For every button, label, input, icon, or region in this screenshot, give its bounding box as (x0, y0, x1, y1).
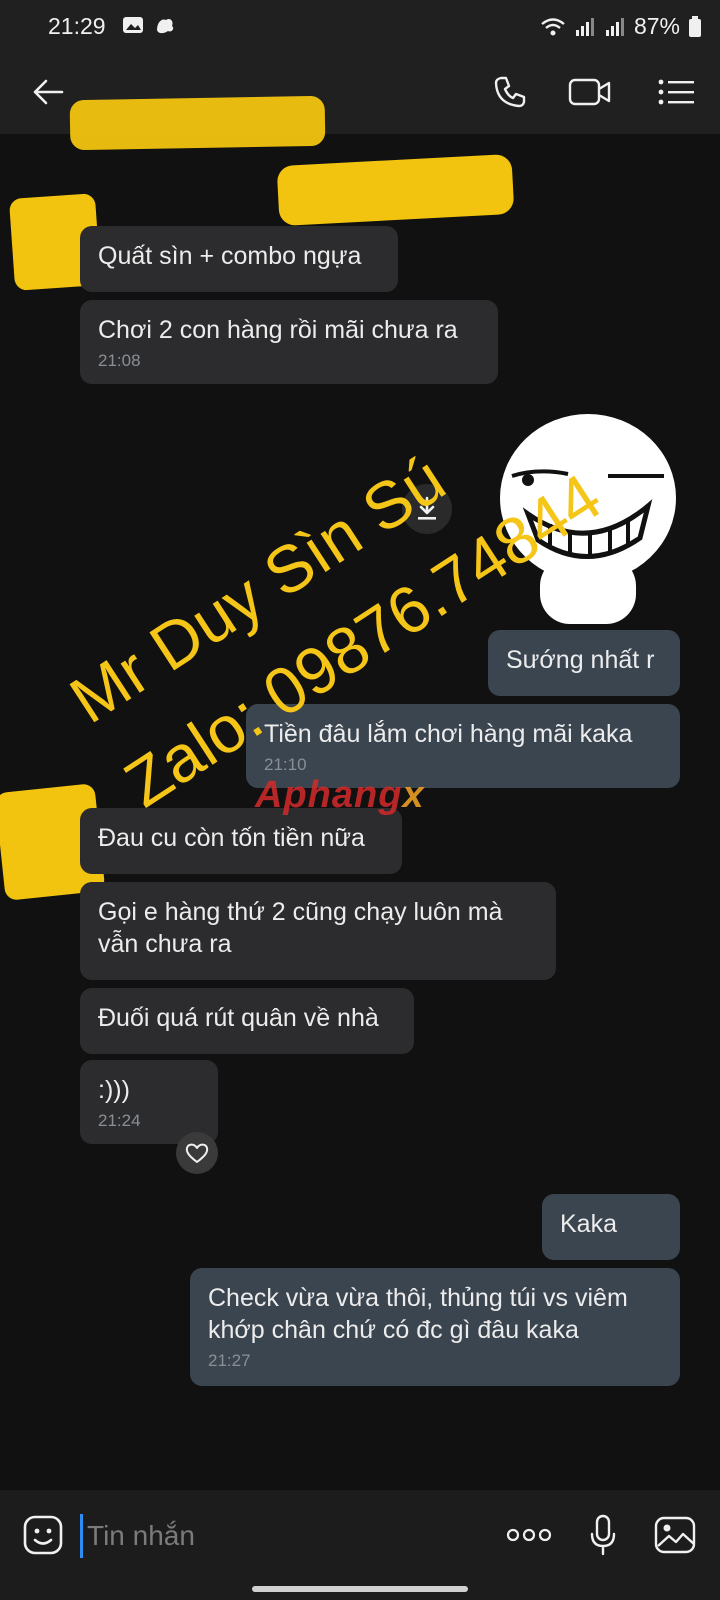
battery-icon (689, 15, 701, 37)
message-text: Đuối quá rút quân về nhà (98, 1004, 379, 1032)
more-options-button[interactable] (506, 1512, 552, 1558)
gallery-button[interactable] (652, 1512, 698, 1558)
download-icon (418, 496, 436, 520)
message-text: Quất sìn + combo ngựa (98, 242, 362, 270)
download-button[interactable] (402, 484, 452, 534)
navigation-bar (0, 1580, 720, 1600)
message-bubble[interactable]: Sướng nhất r (488, 630, 680, 696)
message-text: :))) (98, 1076, 130, 1104)
status-right: 87% (540, 13, 702, 40)
message-list[interactable]: Quất sìn + combo ngựa Chơi 2 con hàng rồ… (0, 134, 720, 1490)
image-notification-icon (123, 17, 143, 33)
menu-button[interactable] (654, 70, 698, 114)
chat-header (0, 50, 720, 151)
phone-icon (494, 76, 526, 108)
message-text: Tiền đâu lắm chơi hàng mãi kaka (264, 720, 633, 748)
message-bubble[interactable]: Chơi 2 con hàng rồi mãi chưa ra 21:08 (80, 300, 498, 384)
status-time: 21:29 (48, 13, 106, 39)
message-text: Chơi 2 con hàng rồi mãi chưa ra (98, 316, 458, 344)
message-bubble[interactable]: Check vừa vừa thôi, thủng túi vs viêm kh… (190, 1268, 680, 1386)
notification-icons (122, 16, 176, 34)
video-call-button[interactable] (568, 70, 612, 114)
date-separator-redacted (276, 153, 515, 227)
more-dots-icon (506, 1528, 552, 1542)
message-time: 21:24 (98, 1111, 141, 1130)
home-indicator[interactable] (252, 1586, 468, 1592)
message-text: Sướng nhất r (506, 646, 655, 674)
message-time: 21:27 (208, 1351, 251, 1370)
message-time: 21:08 (98, 351, 141, 370)
message-time: 21:10 (264, 755, 307, 774)
message-bubble[interactable]: Quất sìn + combo ngựa (80, 226, 398, 292)
battery-percent: 87% (633, 13, 680, 39)
image-gallery-icon (654, 1516, 696, 1554)
message-bubble[interactable]: Kaka (542, 1194, 680, 1260)
message-bubble[interactable]: Gọi e hàng thứ 2 cũng chạy luôn mà vẫn c… (80, 882, 556, 980)
brand-watermark: Aphangx (255, 774, 425, 817)
wifi-icon (541, 17, 565, 35)
app-notification-icon (157, 18, 174, 34)
microphone-icon (590, 1514, 616, 1556)
voice-call-button[interactable] (488, 70, 532, 114)
brand-watermark-main: Aphang (255, 774, 403, 816)
message-text: Kaka (560, 1210, 617, 1238)
heart-icon (185, 1143, 209, 1163)
message-bubble[interactable]: Đuối quá rút quân về nhà (80, 988, 414, 1054)
message-text: Đau cu còn tốn tiền nữa (98, 824, 365, 852)
video-camera-icon (568, 78, 611, 106)
message-input-bar (0, 1490, 720, 1580)
sticker-image[interactable] (488, 406, 688, 626)
message-text: Gọi e hàng thứ 2 cũng chạy luôn mà vẫn c… (98, 898, 503, 958)
back-button[interactable] (26, 70, 70, 114)
signal-icon-2 (605, 17, 624, 36)
message-bubble[interactable]: Đau cu còn tốn tiền nữa (80, 808, 402, 874)
brand-watermark-x: x (402, 774, 425, 816)
emoji-button[interactable] (20, 1512, 66, 1558)
signal-icon (575, 17, 594, 36)
grinning-face-sticker-icon (500, 414, 676, 624)
message-input[interactable] (80, 1514, 489, 1558)
status-bar: 21:29 87% (0, 0, 720, 50)
react-button[interactable] (176, 1132, 218, 1174)
list-menu-icon (658, 79, 694, 105)
back-arrow-icon (33, 79, 64, 105)
sticker-emoji-icon (23, 1515, 63, 1555)
message-text: Check vừa vừa thôi, thủng túi vs viêm kh… (208, 1284, 628, 1344)
voice-record-button[interactable] (580, 1512, 626, 1558)
